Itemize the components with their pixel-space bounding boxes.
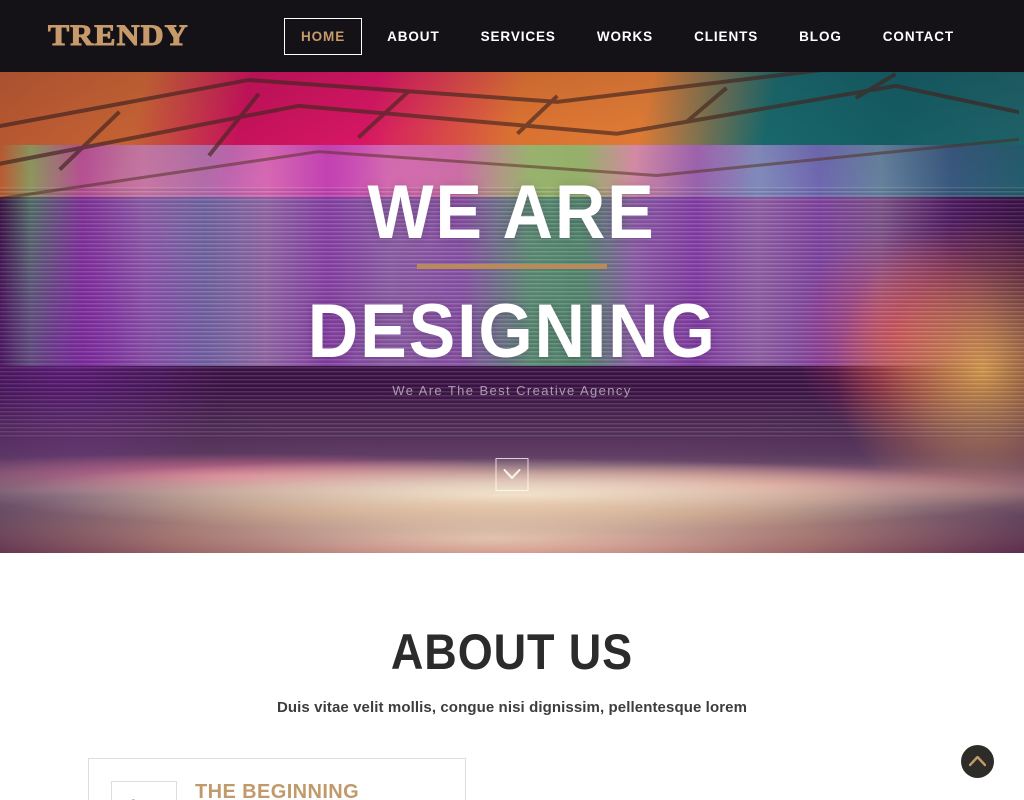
site-logo[interactable]: TRENDY bbox=[48, 21, 189, 51]
nav-item-home[interactable]: HOME bbox=[284, 17, 363, 55]
card-body: THE BEGINNING Quis eu ante mollis dignis… bbox=[195, 781, 443, 800]
chevron-down-icon bbox=[503, 469, 521, 479]
about-section: ABOUT US Duis vitae velit mollis, congue… bbox=[0, 553, 1024, 800]
hero-section: WE ARE DESIGNING We Are The Best Creativ… bbox=[0, 72, 1024, 553]
scroll-down-button[interactable] bbox=[495, 458, 529, 491]
main-navigation: HOME ABOUT SERVICES WORKS CLIENTS BLOG C… bbox=[284, 0, 954, 72]
feature-card-the-beginning[interactable]: THE BEGINNING Quis eu ante mollis dignis… bbox=[88, 758, 466, 800]
site-header: TRENDY TRENDY HOME ABOUT SERVICES WORKS … bbox=[0, 0, 1024, 72]
hero-subtitle: We Are The Best Creative Agency bbox=[392, 382, 632, 398]
nav-item-blog[interactable]: BLOG bbox=[799, 29, 842, 44]
chevron-up-icon bbox=[969, 756, 986, 767]
card-icon-box bbox=[111, 781, 177, 800]
about-cards-row: THE BEGINNING Quis eu ante mollis dignis… bbox=[0, 758, 1024, 800]
nav-item-about[interactable]: ABOUT bbox=[387, 29, 440, 44]
about-title: ABOUT US bbox=[390, 624, 634, 680]
card-title: THE BEGINNING bbox=[195, 781, 360, 800]
hero-headline-line-1: WE ARE bbox=[367, 170, 657, 255]
nav-item-works[interactable]: WORKS bbox=[597, 29, 653, 44]
back-to-top-button[interactable] bbox=[961, 745, 994, 778]
hero-headline-line-2: DESIGNING bbox=[307, 288, 717, 374]
hero-divider-rule bbox=[417, 263, 607, 269]
nav-item-services[interactable]: SERVICES bbox=[481, 29, 556, 44]
nav-item-contact[interactable]: CONTACT bbox=[883, 29, 954, 44]
nav-item-clients[interactable]: CLIENTS bbox=[694, 29, 758, 44]
about-subtitle: Duis vitae velit mollis, congue nisi dig… bbox=[276, 699, 748, 716]
